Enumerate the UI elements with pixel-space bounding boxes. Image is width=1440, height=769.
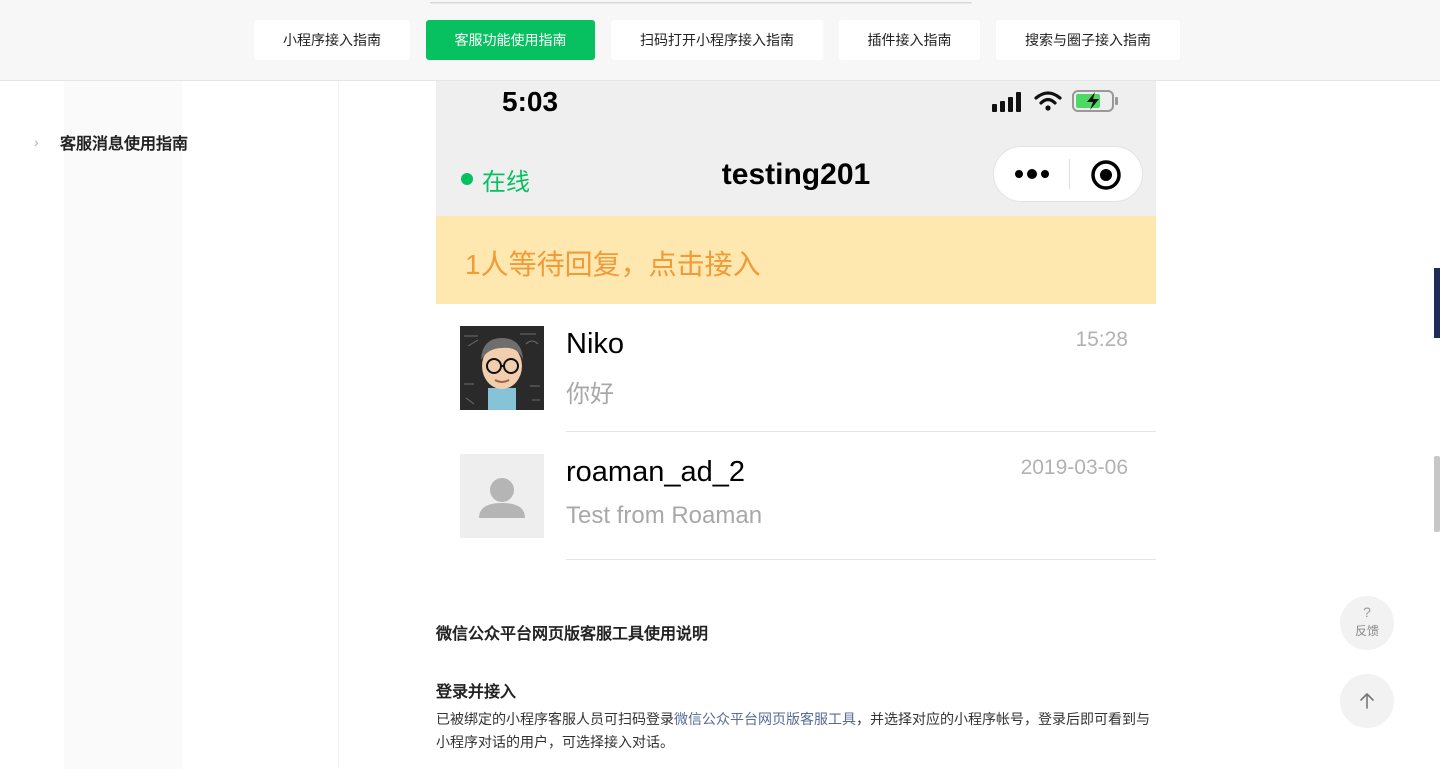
phone-clock: 5:03 [502,86,559,117]
sidebar-item-customer-message-guide[interactable]: › 客服消息使用指南 [34,130,188,154]
more-options-icon[interactable] [1012,161,1052,187]
arrow-up-icon [1360,693,1374,709]
edge-banner-image [1434,268,1440,338]
sidebar-item-label: 客服消息使用指南 [60,136,189,153]
chat-time: 2019-03-06 [1020,456,1128,479]
tab-search-circle-guide[interactable]: 搜索与圈子接入指南 [996,20,1180,60]
sidebar-divider [338,80,339,769]
waiting-reply-banner[interactable]: 1人等待回复，点击接入 [436,216,1156,304]
section-heading: 微信公众平台网页版客服工具使用说明 [436,626,709,643]
mini-program-capsule [993,146,1143,202]
default-avatar-icon [460,454,544,538]
row-divider [566,559,1156,560]
question-icon: ? [1363,604,1371,620]
chat-time: 15:28 [1075,328,1128,351]
battery-icon [1072,90,1118,112]
phone-screenshot: 5:03 在线 testing201 1人等待回复，点击接入 Niko 你好 1… [436,80,1156,561]
back-to-top-button[interactable] [1340,674,1394,728]
tab-scan-qr-guide[interactable]: 扫码打开小程序接入指南 [611,20,823,60]
web-customer-service-tool-link[interactable]: 微信公众平台网页版客服工具 [674,711,856,727]
wifi-icon [1034,91,1062,111]
feedback-button[interactable]: ? 反馈 [1340,596,1394,650]
top-tab-bar: ▔▔▔▔▔▔▔▔▔▔▔▔▔▔▔▔▔▔▔▔▔▔▔▔▔▔▔▔▔▔▔▔▔▔▔▔▔▔▔▔… [0,0,1440,81]
scrollbar-thumb[interactable] [1434,456,1440,532]
scrolled-text-fragment: ▔▔▔▔▔▔▔▔▔▔▔▔▔▔▔▔▔▔▔▔▔▔▔▔▔▔▔▔▔▔▔▔▔▔▔▔▔▔▔▔… [430,3,972,15]
capsule-separator [1069,159,1070,189]
chat-row[interactable]: roaman_ad_2 Test from Roaman 2019-03-06 [436,432,1156,560]
chat-last-message: 你好 [566,381,614,408]
chat-name: roaman_ad_2 [566,456,745,488]
tab-customer-service-guide[interactable]: 客服功能使用指南 [426,20,595,60]
paragraph-text: 已被绑定的小程序客服人员可扫码登录 [436,711,674,727]
tab-mini-program-guide[interactable]: 小程序接入指南 [254,20,410,60]
tab-plugin-guide[interactable]: 插件接入指南 [839,20,980,60]
close-target-icon[interactable] [1090,159,1122,191]
waiting-reply-text: 1人等待回复，点击接入 [465,249,761,280]
section-paragraph: 已被绑定的小程序客服人员可扫码登录微信公众平台网页版客服工具，并选择对应的小程序… [436,708,1158,754]
signal-icon [992,92,1021,112]
section-subheading: 登录并接入 [436,684,517,701]
chevron-right-icon: › [34,134,39,150]
chat-row[interactable]: Niko 你好 15:28 [436,304,1156,432]
chat-last-message: Test from Roaman [566,502,763,529]
chat-name: Niko [566,328,625,360]
sidebar-panel [64,80,182,769]
feedback-label: 反馈 [1354,624,1379,638]
user-avatar [460,326,544,410]
